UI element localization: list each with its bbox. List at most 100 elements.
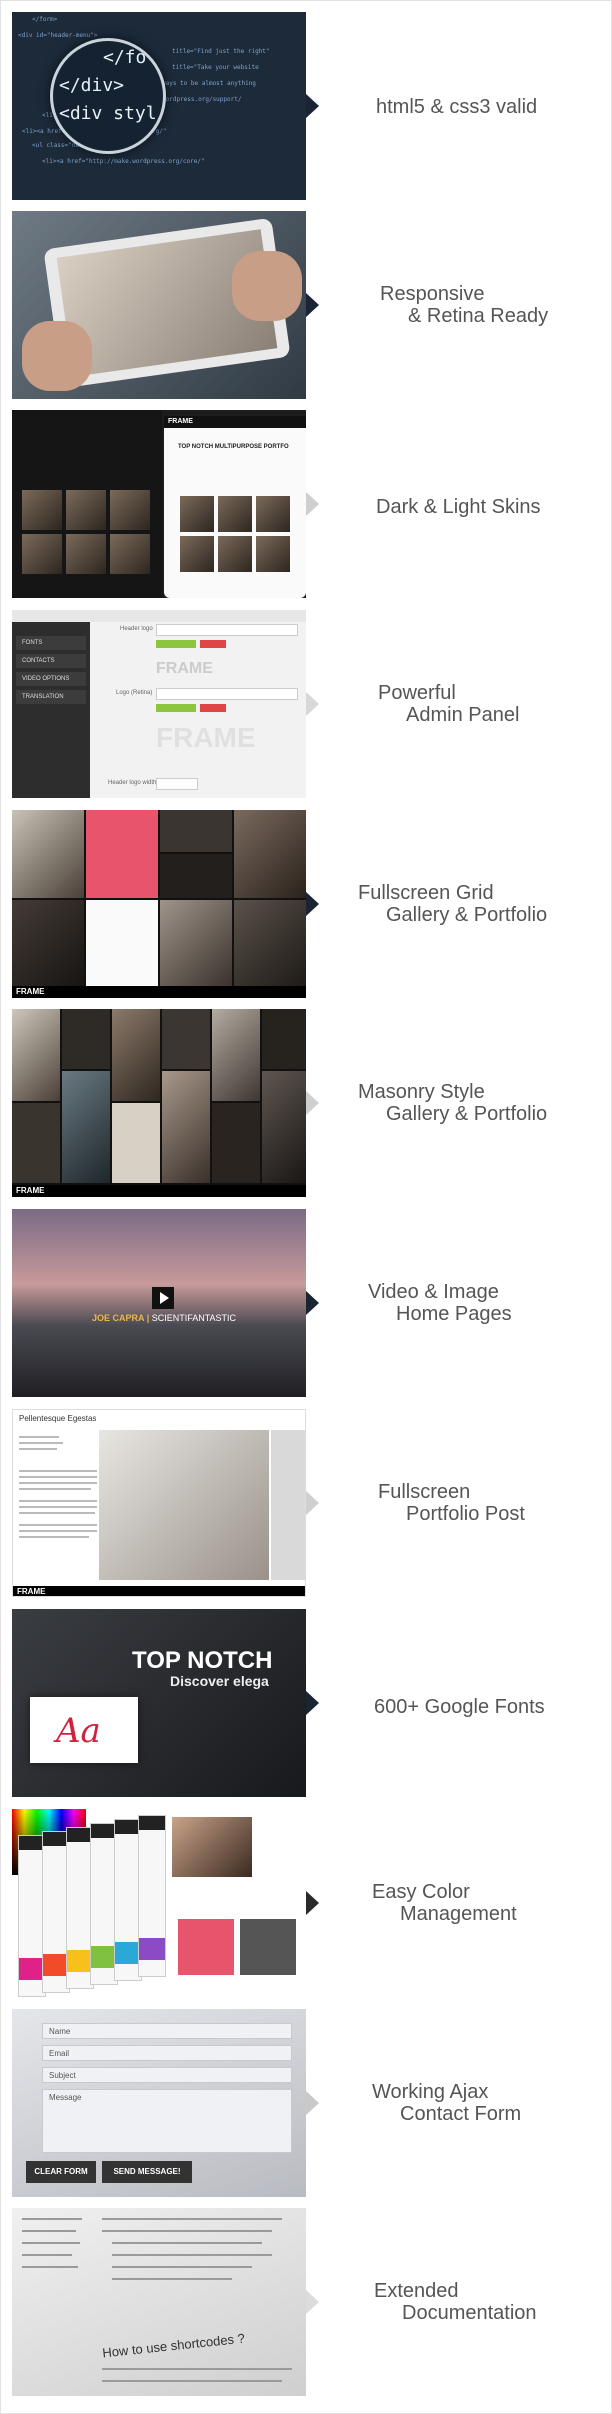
feature-label: 600+ Google Fonts: [374, 1696, 612, 1718]
admin-frame-text: FRAME: [156, 660, 213, 677]
docs-heading: How to use shortcodes ?: [101, 2330, 246, 2361]
feature-label: Easy Color Management: [372, 1881, 612, 1925]
feature-label: Fullscreen Grid Gallery & Portfolio: [358, 882, 598, 926]
font-sample: Aa: [56, 1711, 101, 1751]
feature-title: Fullscreen Grid: [358, 882, 494, 904]
footer-logo: FRAME: [16, 987, 45, 996]
feature-subtitle: Contact Form: [400, 2103, 522, 2125]
feature-label: Powerful Admin Panel: [378, 682, 612, 726]
video-artist: JOE CAPRA: [92, 1313, 145, 1323]
clear-form-button: CLEAR FORM: [26, 2161, 96, 2183]
feature-title: Extended: [374, 2280, 459, 2302]
feature-title: Fullscreen: [378, 1481, 471, 1503]
video-caption: JOE CAPRA | SCIENTIFANTASTIC: [92, 1313, 237, 1323]
hand-right: [232, 251, 302, 321]
footer-logo: FRAME: [16, 1186, 45, 1195]
arrow-pointer-icon: [306, 1691, 319, 1715]
feature-title: Dark & Light Skins: [376, 496, 541, 518]
admin-field-label: Header logo width: [108, 780, 157, 786]
footer-bar: FRAME: [12, 986, 306, 998]
feature-subtitle: Portfolio Post: [406, 1503, 525, 1525]
admin-frame-text-large: FRAME: [156, 722, 256, 753]
arrow-pointer-icon: [306, 2290, 319, 2314]
feature-subtitle: Admin Panel: [406, 704, 520, 726]
form-thumbnail: Name Email Subject Message CLEAR FORM SE…: [12, 2009, 306, 2197]
send-message-button: SEND MESSAGE!: [102, 2161, 192, 2183]
form-name-field: Name: [42, 2023, 292, 2039]
admin-thumbnail: FONTS CONTACTS VIDEO OPTIONS TRANSLATION…: [12, 610, 306, 798]
form-message-field: Message: [42, 2089, 292, 2153]
post-title: Pellentesque Egestas: [19, 1414, 97, 1423]
feature-label: Dark & Light Skins: [376, 496, 612, 518]
feature-title: 600+ Google Fonts: [374, 1696, 545, 1718]
magnifier-lens: </fo </div> <div styl: [50, 38, 166, 154]
tablet-thumbnail: [12, 211, 306, 399]
form-email-field: Email: [42, 2045, 292, 2061]
masonry-gallery-thumbnail: FRAME: [12, 1009, 306, 1197]
feature-subtitle: & Retina Ready: [408, 305, 549, 327]
post-logo: FRAME: [17, 1587, 46, 1596]
skin-headline: TOP NOTCH MULTIPURPOSE PORTFO: [178, 444, 289, 450]
fonts-thumbnail: TOP NOTCH Discover elega Aa: [12, 1609, 306, 1797]
feature-row-masonry: FRAME: [12, 1009, 319, 1197]
arrow-pointer-icon: [306, 1291, 319, 1315]
admin-sidebar: FONTS CONTACTS VIDEO OPTIONS TRANSLATION: [12, 622, 90, 798]
hand-left: [22, 321, 92, 391]
feature-title: Responsive: [380, 283, 485, 305]
play-button-icon: [152, 1287, 174, 1309]
video-subtitle: SCIENTIFANTASTIC: [151, 1313, 237, 1323]
form-subject-field: Subject: [42, 2067, 292, 2083]
feature-row-form: Name Email Subject Message CLEAR FORM SE…: [12, 2009, 319, 2197]
feature-row-skins: FRAME TOP NOTCH MULTIPURPOSE PORTFO: [12, 410, 319, 598]
arrow-pointer-icon: [306, 492, 319, 516]
feature-row-video: JOE CAPRA | SCIENTIFANTASTIC: [12, 1209, 319, 1397]
feature-row-admin: FONTS CONTACTS VIDEO OPTIONS TRANSLATION…: [12, 610, 319, 798]
fonts-subline: Discover elega: [170, 1673, 269, 1689]
feature-row-post: Pellentesque Egestas FRAME: [12, 1409, 319, 1597]
feature-row-colors: [12, 1809, 319, 1997]
lens-code-line: </fo: [103, 47, 147, 68]
feature-subtitle: Documentation: [402, 2302, 537, 2324]
feature-title: html5 & css3 valid: [376, 96, 538, 118]
feature-row-responsive: [12, 211, 319, 399]
admin-menu-item: VIDEO OPTIONS: [16, 672, 86, 686]
feature-subtitle: Gallery & Portfolio: [386, 1103, 548, 1125]
feature-title: Easy Color: [372, 1881, 470, 1903]
docs-thumbnail: How to use shortcodes ?: [12, 2208, 306, 2396]
arrow-pointer-icon: [306, 293, 319, 317]
feature-row-docs: How to use shortcodes ?: [12, 2208, 319, 2396]
arrow-pointer-icon: [306, 692, 319, 716]
admin-menu-item: FONTS: [16, 636, 86, 650]
post-thumbnail: Pellentesque Egestas FRAME: [12, 1409, 306, 1597]
lens-code-line: </div>: [59, 75, 125, 96]
feature-subtitle: Management: [400, 1903, 517, 1925]
arrow-pointer-icon: [306, 1891, 319, 1915]
code-thumbnail: </form> <div id="header-menu"> title="Fi…: [12, 12, 306, 200]
feature-row-fonts: TOP NOTCH Discover elega Aa: [12, 1609, 319, 1797]
arrow-pointer-icon: [306, 1491, 319, 1515]
footer-bar: FRAME: [12, 1185, 306, 1197]
feature-label: Masonry Style Gallery & Portfolio: [358, 1081, 598, 1125]
feature-title: Masonry Style: [358, 1081, 485, 1103]
arrow-pointer-icon: [306, 2091, 319, 2115]
light-skin-screen: FRAME TOP NOTCH MULTIPURPOSE PORTFO: [164, 416, 306, 598]
admin-field-label: Header logo: [120, 626, 153, 632]
feature-title: Powerful: [378, 682, 456, 704]
feature-row-grid: FRAME: [12, 810, 319, 998]
feature-row-html5: </form> <div id="header-menu"> title="Fi…: [12, 12, 319, 200]
arrow-pointer-icon: [306, 94, 319, 118]
arrow-pointer-icon: [306, 1091, 319, 1115]
fonts-headline: TOP NOTCH: [132, 1647, 273, 1674]
dark-skin-screen: [12, 410, 162, 598]
grid-gallery-thumbnail: FRAME: [12, 810, 306, 998]
colors-thumbnail: [12, 1809, 306, 1997]
lens-code-line: <div styl: [59, 103, 157, 124]
feature-label: Fullscreen Portfolio Post: [378, 1481, 612, 1525]
admin-menu-item: CONTACTS: [16, 654, 86, 668]
feature-title: Working Ajax: [372, 2081, 489, 2103]
arrow-pointer-icon: [306, 892, 319, 916]
font-sample-card: Aa: [30, 1697, 138, 1763]
video-thumbnail: JOE CAPRA | SCIENTIFANTASTIC: [12, 1209, 306, 1397]
feature-label: Working Ajax Contact Form: [372, 2081, 612, 2125]
admin-menu-item: TRANSLATION: [16, 690, 86, 704]
